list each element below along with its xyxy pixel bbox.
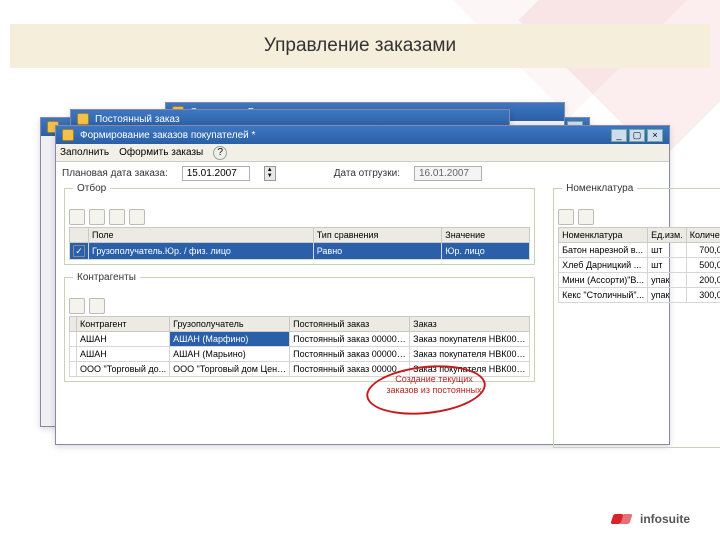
group-nomenclature-title: Номенклатура: [562, 183, 637, 194]
help-icon[interactable]: ?: [213, 146, 227, 160]
toolbar-btn[interactable]: [558, 209, 574, 225]
toolbar-btn[interactable]: [69, 209, 85, 225]
toolbar-btn[interactable]: [578, 209, 594, 225]
table-row[interactable]: ООО "Торговый до...ООО "Торговый дом Цен…: [70, 362, 530, 377]
col-qty[interactable]: Количес...: [686, 228, 720, 243]
window-title: Формирование заказов покупателей *: [80, 130, 255, 141]
logo-icon: [612, 512, 634, 526]
col-order[interactable]: Заказ: [410, 317, 530, 332]
col-check: [70, 228, 89, 243]
toolbar-btn[interactable]: [109, 209, 125, 225]
table-row[interactable]: Мини (Ассорти)"В...упак200,000: [559, 273, 720, 288]
window-create-orders: Формирование заказов покупателей * _ ▢ ×…: [55, 125, 670, 445]
toolbar-btn[interactable]: [89, 209, 105, 225]
contractors-table[interactable]: Контрагент Грузополучатель Постоянный за…: [69, 316, 530, 377]
group-contractors: Контрагенты Контрагент Грузополучатель П…: [64, 277, 535, 382]
col-field[interactable]: Поле: [89, 228, 314, 243]
col-blank: [70, 317, 77, 332]
menu-fill[interactable]: Заполнить: [60, 147, 109, 158]
table-row[interactable]: АШАНАШАН (Марфино)Постоянный заказ 00000…: [70, 332, 530, 347]
plan-date-label: Плановая дата заказа:: [62, 168, 168, 179]
group-contractors-title: Контрагенты: [73, 272, 140, 283]
toolbar-btn[interactable]: [89, 298, 105, 314]
plan-date-input[interactable]: [182, 166, 250, 181]
toolbar-btn[interactable]: [129, 209, 145, 225]
group-filter-title: Отбор: [73, 183, 110, 194]
table-row[interactable]: АШАНАШАН (Марьино)Постоянный заказ 00000…: [70, 347, 530, 362]
col-unit[interactable]: Ед.изм.: [648, 228, 687, 243]
col-contractor[interactable]: Контрагент: [77, 317, 170, 332]
col-val[interactable]: Значение: [442, 228, 530, 243]
col-item[interactable]: Номенклатура: [559, 228, 648, 243]
table-row[interactable]: Кекс "Столичный"...упак300,000: [559, 288, 720, 303]
ship-date-label: Дата отгрузки:: [334, 168, 400, 179]
group-nomenclature: Номенклатура Номенклатура Ед.изм. Количе…: [553, 188, 720, 448]
col-recurring[interactable]: Постоянный заказ: [290, 317, 410, 332]
close-btn[interactable]: ×: [647, 129, 663, 142]
max-btn[interactable]: ▢: [629, 129, 645, 142]
plan-date-spinner[interactable]: ▲▼: [264, 166, 276, 181]
checkbox-icon[interactable]: ✓: [73, 245, 85, 257]
min-btn[interactable]: _: [611, 129, 627, 142]
app-icon: [77, 113, 89, 125]
footer-logo: infosuite: [612, 512, 690, 526]
group-filter: Отбор Поле Тип сравнения Значение: [64, 188, 535, 265]
app-icon: [62, 129, 74, 141]
slide-title-band: Управление заказами: [10, 24, 710, 68]
menubar: Заполнить Оформить заказы ?: [56, 144, 669, 162]
table-row[interactable]: ✓Грузополучатель.Юр. / физ. лицоРавноЮр.…: [70, 243, 530, 260]
table-row[interactable]: Батон нарезной в...шт700,000: [559, 243, 720, 258]
logo-text: infosuite: [640, 512, 690, 526]
dates-row: Плановая дата заказа: ▲▼ Дата отгрузки:: [56, 162, 669, 184]
slide-title: Управление заказами: [264, 35, 456, 57]
filter-table[interactable]: Поле Тип сравнения Значение ✓Грузополуча…: [69, 227, 530, 260]
nomenclature-table[interactable]: Номенклатура Ед.изм. Количес... Батон на…: [558, 227, 720, 303]
window-title: Постоянный заказ: [95, 114, 180, 125]
col-cmp[interactable]: Тип сравнения: [313, 228, 442, 243]
table-row[interactable]: Хлеб Дарницкий ...шт500,000: [559, 258, 720, 273]
col-consignee[interactable]: Грузополучатель: [170, 317, 290, 332]
menu-make-orders[interactable]: Оформить заказы: [119, 147, 203, 158]
ship-date-input: [414, 166, 482, 181]
toolbar-btn[interactable]: [69, 298, 85, 314]
